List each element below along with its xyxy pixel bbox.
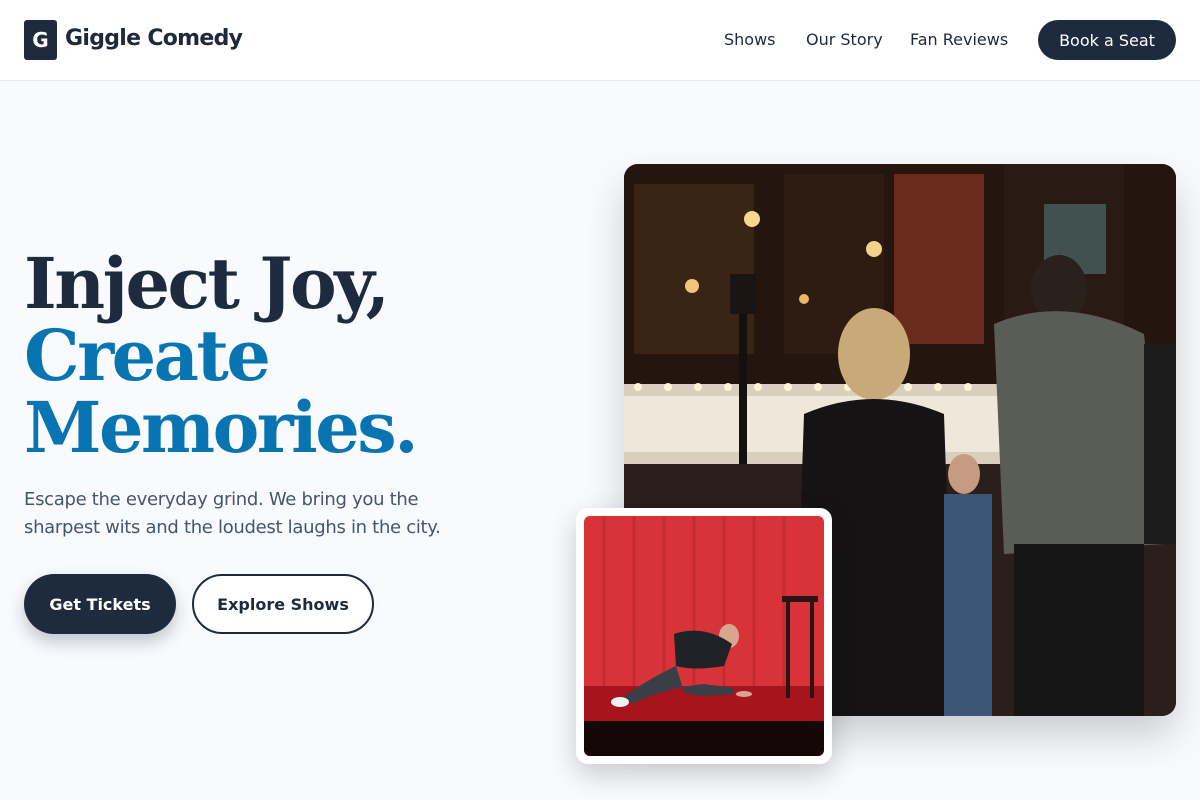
- headline-line-3: Memories.: [24, 386, 419, 469]
- site-header: G Giggle Comedy Shows Our Story Fan Revi…: [0, 0, 1200, 81]
- hero-headline: Inject Joy, Create Memories.: [24, 242, 419, 469]
- nav-fan-reviews[interactable]: Fan Reviews: [910, 30, 1008, 49]
- brand-name[interactable]: Giggle Comedy: [65, 26, 243, 51]
- nav-shows[interactable]: Shows: [724, 30, 776, 49]
- explore-shows-button[interactable]: Explore Shows: [192, 574, 374, 634]
- logo-icon[interactable]: G: [24, 20, 57, 60]
- book-seat-button[interactable]: Book a Seat: [1038, 20, 1176, 60]
- comedian-stage-photo: [584, 516, 824, 756]
- nav-our-story[interactable]: Our Story: [806, 30, 883, 49]
- inset-photo-frame: [576, 508, 832, 764]
- headline-line-1: Inject Joy,: [24, 242, 390, 325]
- headline-line-2: Create: [24, 314, 271, 397]
- get-tickets-button[interactable]: Get Tickets: [24, 574, 176, 634]
- hero-subtext: Escape the everyday grind. We bring you …: [24, 489, 441, 538]
